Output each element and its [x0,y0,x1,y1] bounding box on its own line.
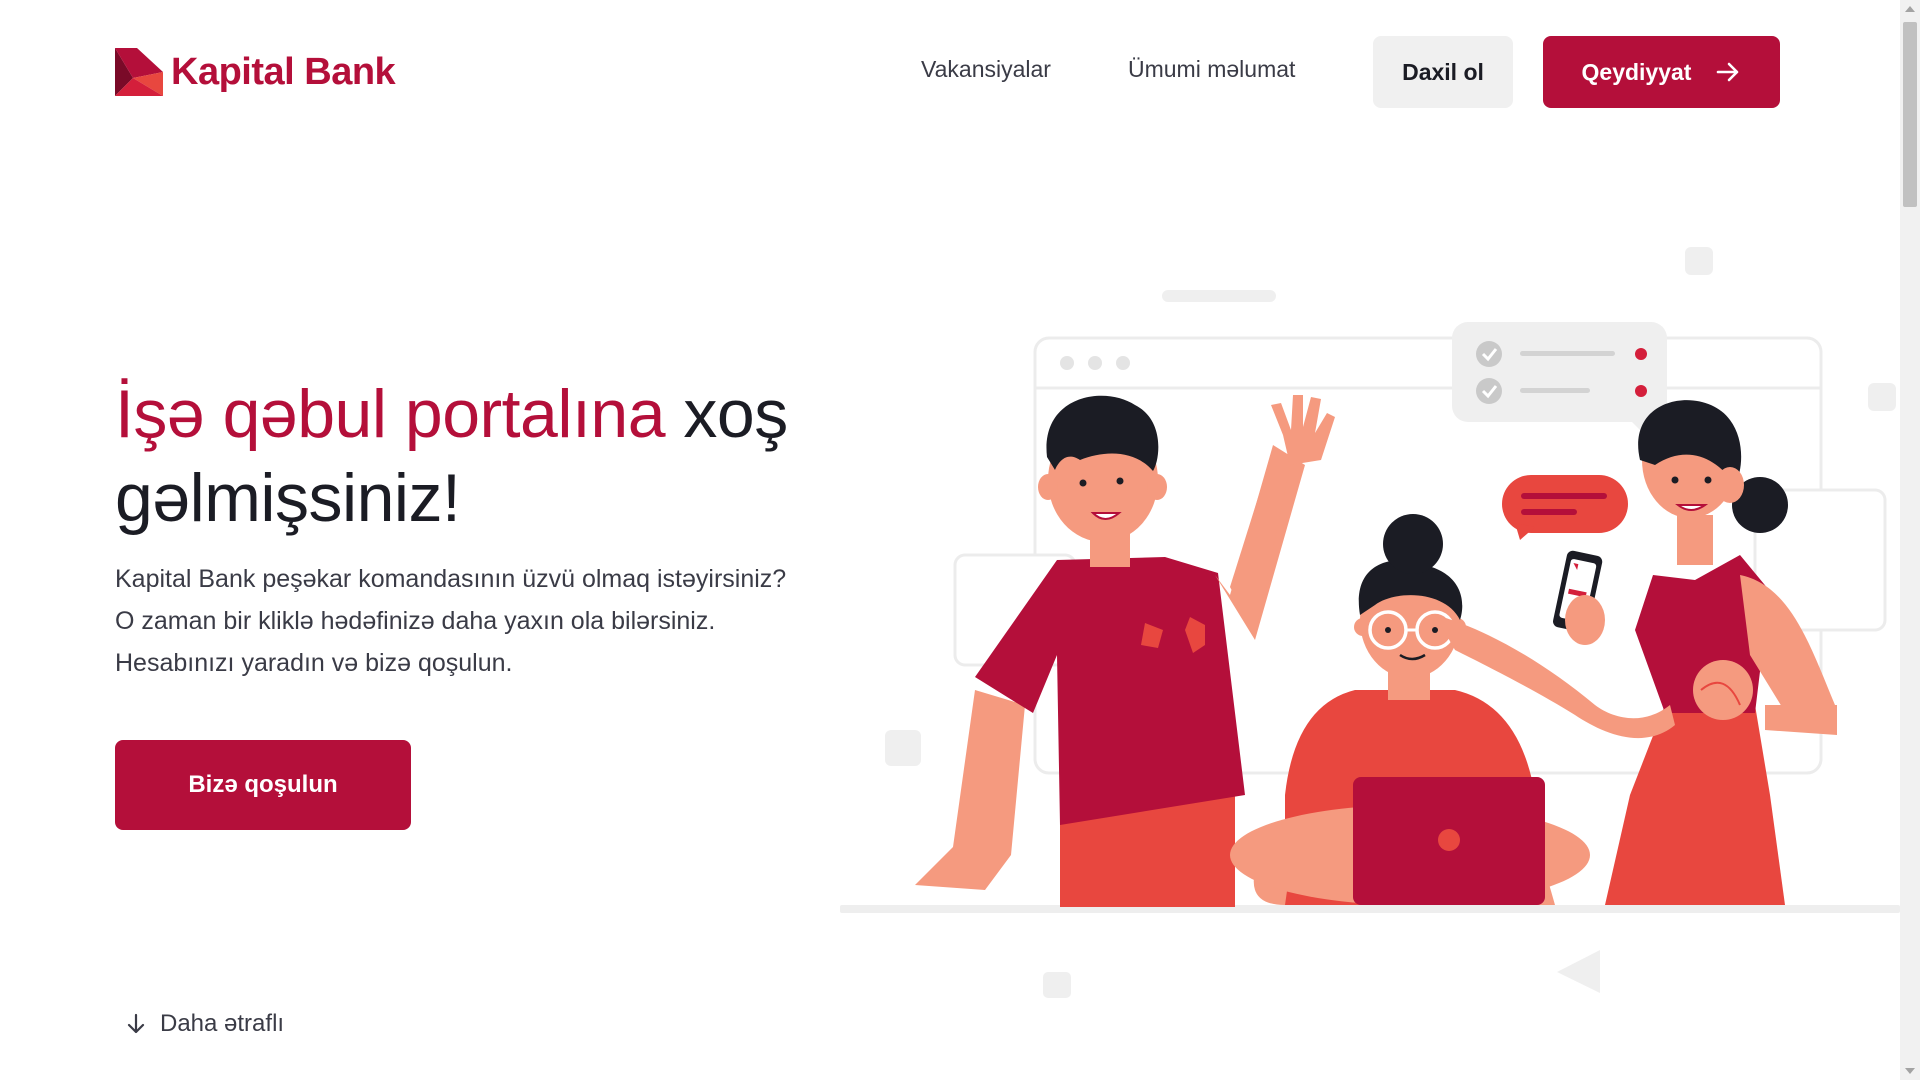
nav-general-info-link[interactable]: Ümumi məlumat [1128,56,1295,83]
deco-square [1685,247,1713,275]
site-header: Kapital Bank Vakansiyalar Ümumi məlumat … [0,0,1900,144]
join-us-button[interactable]: Bizə qoşulun [115,740,411,830]
register-button[interactable]: Qeydiyyat [1543,36,1780,108]
brand-name: Kapital Bank [171,50,396,93]
login-button-label: Daxil ol [1402,58,1484,85]
hero-title: İşə qəbul portalına xoş gəlmişsiniz! [115,372,875,540]
more-info-label: Daha ətraflı [160,1010,285,1037]
deco-square [1868,383,1896,411]
deco-bar [1162,290,1276,302]
nav-vacancies-link[interactable]: Vakansiyalar [921,56,1051,83]
brand-logo[interactable]: Kapital Bank [115,48,396,96]
hero-title-accent: İşə qəbul portalına [115,376,666,452]
join-us-label: Bizə qoşulun [188,771,338,798]
login-button[interactable]: Daxil ol [1373,36,1513,108]
hero-description: Kapital Bank peşəkar komandasının üzvü o… [115,558,875,684]
register-button-label: Qeydiyyat [1581,58,1692,85]
arrow-down-icon [127,1013,145,1034]
scroll-thumb[interactable] [1903,22,1917,207]
deco-triangle [1557,950,1600,993]
scroll-down-arrow-icon[interactable] [1905,1068,1915,1074]
deco-square [885,730,921,766]
hero-desc-line-1: Kapital Bank peşəkar komandasının üzvü o… [115,565,787,593]
checklist-card-shape [1452,322,1667,422]
deco-square [1043,972,1071,998]
team-illustration [840,247,1900,998]
hero-desc-line-2: O zaman bir kliklə hədəfinizə daha yaxın… [115,607,716,635]
arrow-right-icon [1717,62,1739,82]
page-scrollbar[interactable] [1900,0,1920,1080]
scroll-up-arrow-icon[interactable] [1905,6,1915,12]
kapital-bank-logo-icon [115,48,163,96]
more-info-link[interactable]: Daha ətraflı [124,1010,284,1038]
hero-desc-line-3: Hesabınızı yaradın və bizə qoşulun. [115,649,513,677]
